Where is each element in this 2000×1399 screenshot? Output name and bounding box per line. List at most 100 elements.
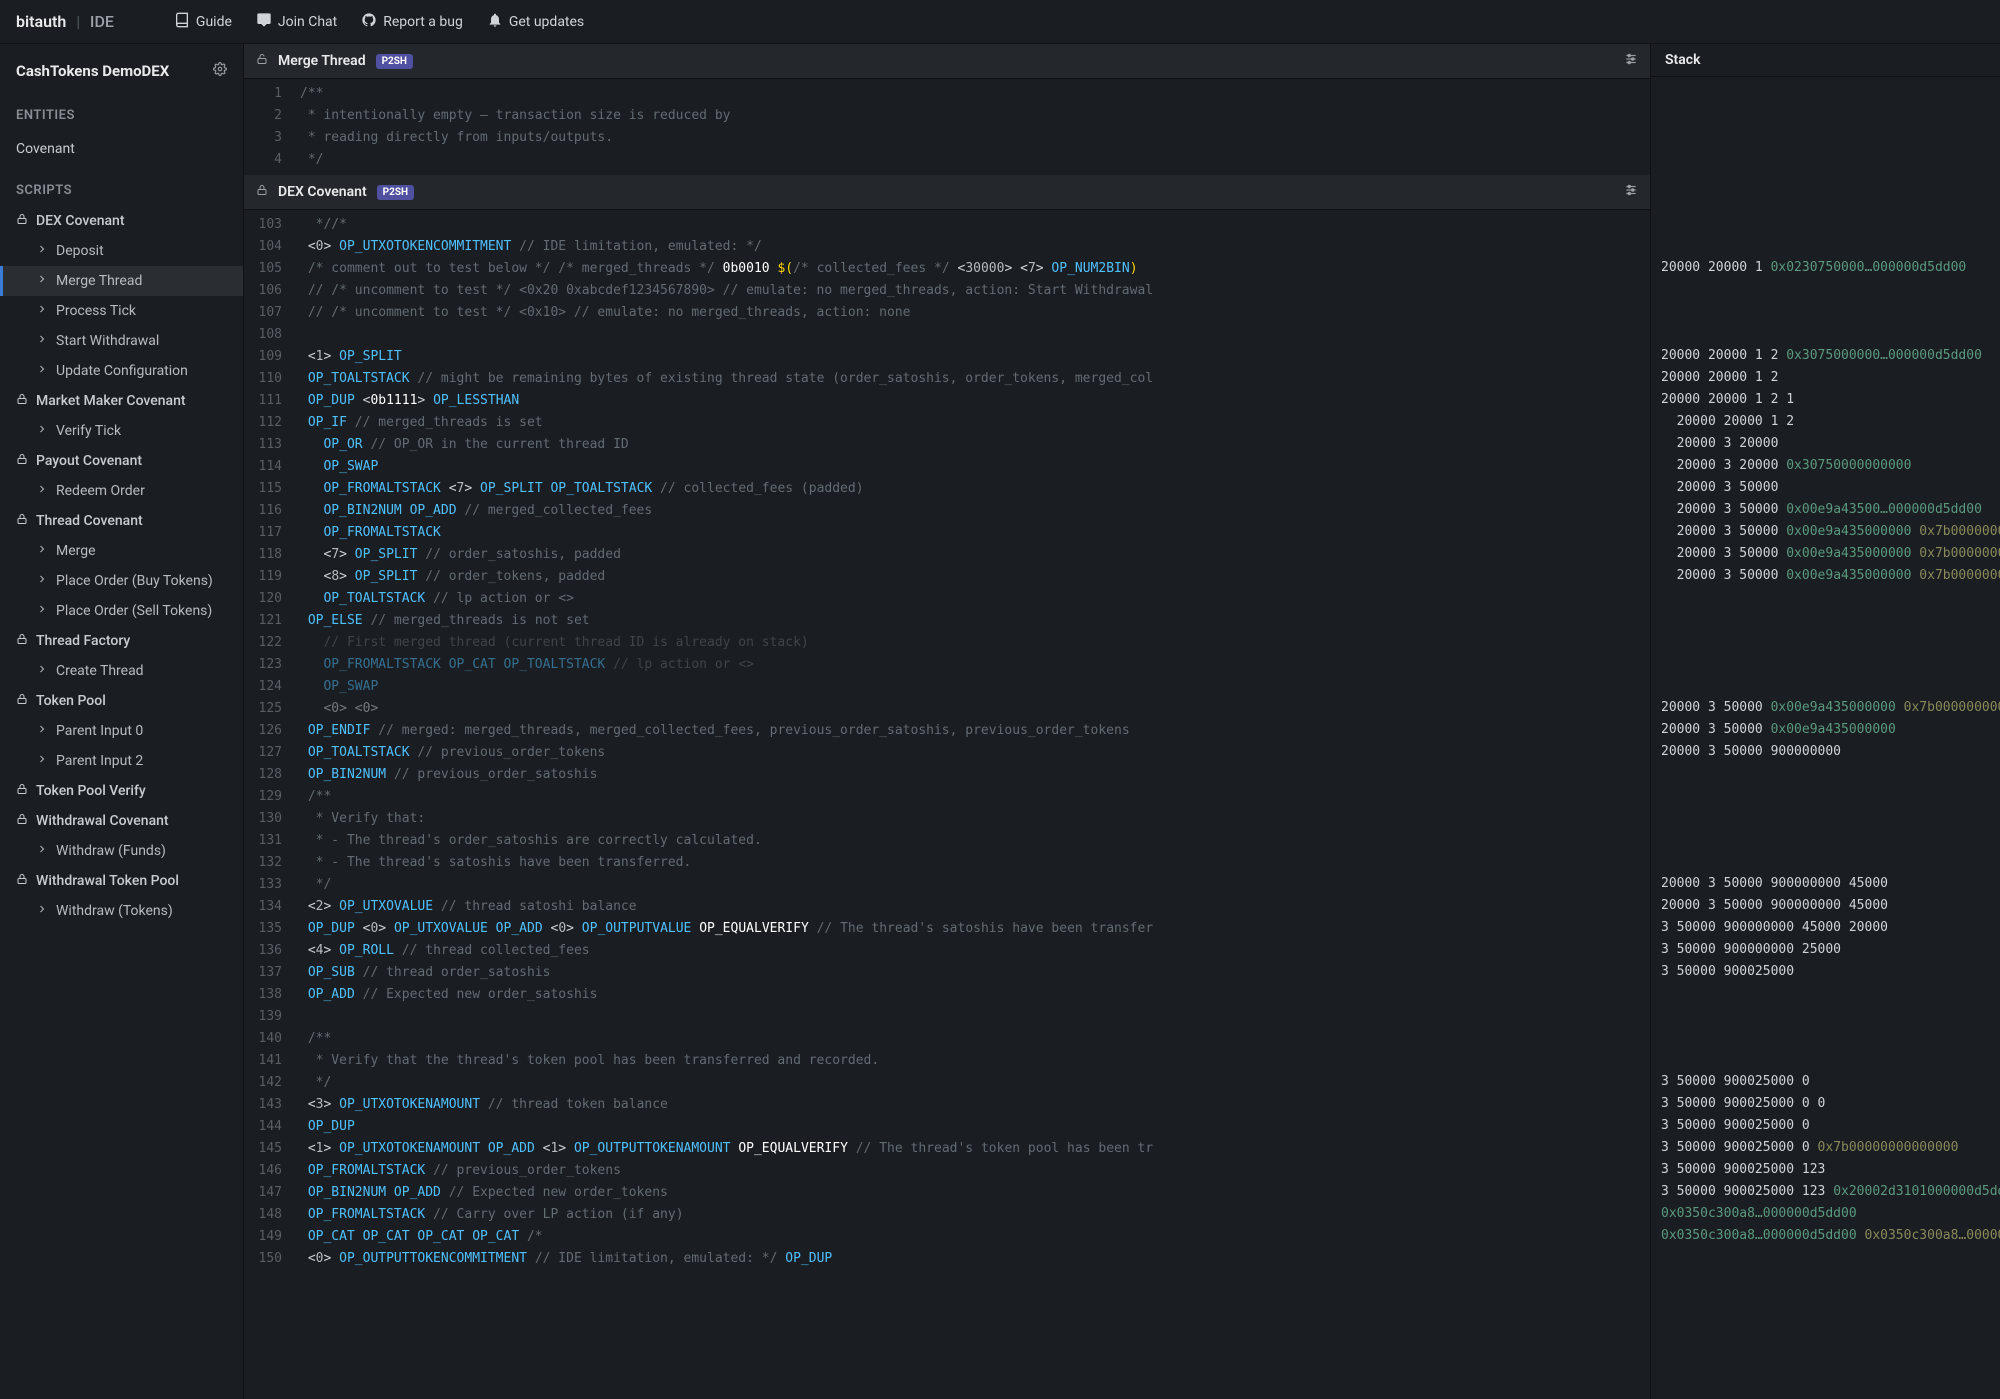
brand-separator: | [76, 12, 80, 31]
editor-top-header: Merge Thread P2SH [244, 44, 1650, 79]
tree-parent-label: Payout Covenant [36, 453, 142, 469]
tree-child-label: Deposit [56, 243, 104, 259]
tree-child[interactable]: Verify Tick [0, 416, 243, 446]
lock-icon [16, 393, 28, 409]
code-bottom[interactable]: *//* <0> OP_UTXOTOKENCOMMITMENT // IDE l… [292, 210, 1650, 1399]
nav-bug-label: Report a bug [383, 14, 463, 30]
stack-header: Stack [1651, 44, 2000, 77]
tree-child[interactable]: Parent Input 2 [0, 746, 243, 776]
nav-guide[interactable]: Guide [174, 12, 232, 32]
gutter-top: 1234 [244, 79, 292, 175]
tree-child-label: Redeem Order [56, 483, 145, 499]
tree-child[interactable]: Process Tick [0, 296, 243, 326]
editor-bottom-pane[interactable]: 1031041051061071081091101111121131141151… [244, 210, 1650, 1399]
tree-parent[interactable]: Withdrawal Token Pool [0, 866, 243, 896]
tree-parent[interactable]: Withdrawal Covenant [0, 806, 243, 836]
tree-child[interactable]: Withdraw (Funds) [0, 836, 243, 866]
bell-icon [487, 12, 503, 32]
tree-child-label: Withdraw (Tokens) [56, 903, 173, 919]
editor-bottom-badge: P2SH [377, 185, 414, 200]
tree-child[interactable]: Update Configuration [0, 356, 243, 386]
tree-child[interactable]: Place Order (Sell Tokens) [0, 596, 243, 626]
nav-items: Guide Join Chat Report a bug Get updates [174, 12, 584, 32]
unlock-icon [256, 53, 268, 69]
tree-parent-label: Withdrawal Token Pool [36, 873, 179, 889]
tree-child[interactable]: Create Thread [0, 656, 243, 686]
lock-icon [16, 693, 28, 709]
editor-bottom-header: DEX Covenant P2SH [244, 175, 1650, 210]
tree-child[interactable]: Withdraw (Tokens) [0, 896, 243, 926]
tree-child[interactable]: Deposit [0, 236, 243, 266]
nav-updates[interactable]: Get updates [487, 12, 584, 32]
arrow-icon [36, 903, 48, 919]
tree-child[interactable]: Merge [0, 536, 243, 566]
entities-header: ENTITIES [0, 92, 243, 131]
arrow-icon [36, 273, 48, 289]
tree-child-label: Update Configuration [56, 363, 188, 379]
tree-child[interactable]: Parent Input 0 [0, 716, 243, 746]
arrow-icon [36, 363, 48, 379]
tree-child-label: Parent Input 2 [56, 753, 143, 769]
entity-covenant[interactable]: Covenant [0, 131, 243, 167]
tree-parent[interactable]: DEX Covenant [0, 206, 243, 236]
editor-top-title: Merge Thread [278, 53, 366, 69]
nav-bug[interactable]: Report a bug [361, 12, 463, 32]
tree-child-label: Parent Input 0 [56, 723, 143, 739]
scripts-header: SCRIPTS [0, 167, 243, 206]
book-icon [174, 12, 190, 32]
tree-child-label: Create Thread [56, 663, 144, 679]
arrow-icon [36, 243, 48, 259]
arrow-icon [36, 753, 48, 769]
lock-icon [16, 213, 28, 229]
github-icon [361, 12, 377, 32]
tree-child[interactable]: Place Order (Buy Tokens) [0, 566, 243, 596]
arrow-icon [36, 303, 48, 319]
tree-parent[interactable]: Thread Factory [0, 626, 243, 656]
tree-parent-label: Thread Factory [36, 633, 130, 649]
tree-parent-label: Withdrawal Covenant [36, 813, 169, 829]
code-top[interactable]: /** * intentionally empty – transaction … [292, 79, 1650, 175]
script-tree: DEX Covenant Deposit Merge Thread Process T… [0, 206, 243, 926]
tree-child-label: Start Withdrawal [56, 333, 159, 349]
tree-parent[interactable]: Token Pool [0, 686, 243, 716]
arrow-icon [36, 843, 48, 859]
tree-child-label: Place Order (Sell Tokens) [56, 603, 212, 619]
editor-bottom-title: DEX Covenant [278, 184, 367, 200]
lock-icon [16, 783, 28, 799]
arrow-icon [36, 333, 48, 349]
arrow-icon [36, 543, 48, 559]
editor-bottom-settings[interactable] [1624, 183, 1638, 201]
tree-parent[interactable]: Payout Covenant [0, 446, 243, 476]
top-nav: bitauth | IDE Guide Join Chat Report a b… [0, 0, 2000, 44]
lock-icon [256, 184, 268, 200]
nav-chat[interactable]: Join Chat [256, 12, 337, 32]
tree-child-label: Place Order (Buy Tokens) [56, 573, 213, 589]
arrow-icon [36, 663, 48, 679]
tree-child[interactable]: Merge Thread [0, 266, 243, 296]
tree-child[interactable]: Start Withdrawal [0, 326, 243, 356]
nav-chat-label: Join Chat [278, 14, 337, 30]
tree-parent[interactable]: Market Maker Covenant [0, 386, 243, 416]
editor-top-pane[interactable]: 1234 /** * intentionally empty – transac… [244, 79, 1650, 175]
settings-button[interactable] [213, 62, 227, 80]
brand-name: bitauth [16, 12, 66, 31]
tree-parent[interactable]: Thread Covenant [0, 506, 243, 536]
lock-icon [16, 633, 28, 649]
arrow-icon [36, 573, 48, 589]
project-title: CashTokens DemoDEX [16, 62, 169, 80]
tree-child[interactable]: Redeem Order [0, 476, 243, 506]
arrow-icon [36, 423, 48, 439]
editor-top-settings[interactable] [1624, 52, 1638, 70]
lock-icon [16, 453, 28, 469]
tree-child-label: Process Tick [56, 303, 136, 319]
tree-parent[interactable]: Token Pool Verify [0, 776, 243, 806]
gear-icon [213, 64, 227, 80]
lock-icon [16, 813, 28, 829]
gutter-bottom: 1031041051061071081091101111121131141151… [244, 210, 292, 1399]
tree-child-label: Verify Tick [56, 423, 121, 439]
stack-body[interactable]: 20000 20000 1 0x0230750000…000000d5dd00 … [1651, 77, 2000, 1399]
editor-top-badge: P2SH [376, 54, 413, 69]
tree-parent-label: DEX Covenant [36, 213, 125, 229]
lock-icon [16, 873, 28, 889]
brand-sub: IDE [90, 12, 114, 31]
